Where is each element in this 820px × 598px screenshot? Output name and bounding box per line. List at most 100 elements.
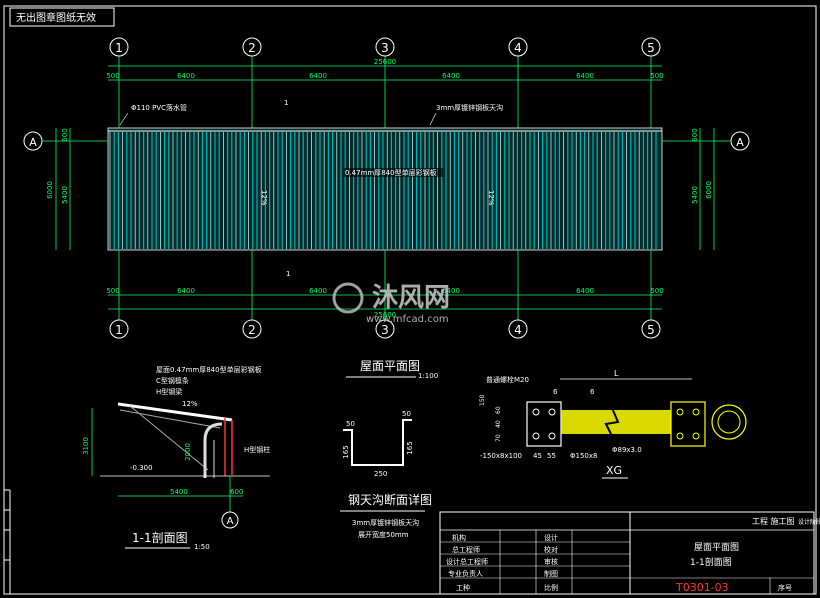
- section-note-2: C型钢檩条: [156, 376, 189, 385]
- callout-roof: 0.47mm厚840型单层彩钢板: [345, 168, 437, 177]
- xg-anchor-note: 普通螺栓M20: [486, 375, 529, 384]
- tb-row-left-0: 机构: [452, 533, 466, 542]
- gutter-detail: 50 50 165 165 250 钢天沟断面详图 3mm厚镀锌钢板天沟 展开宽…: [340, 410, 432, 539]
- dim-bay1-top: 6400: [177, 72, 195, 80]
- tb-row-left-1: 总工程师: [452, 545, 480, 554]
- gutter-note-1: 3mm厚镀锌钢板天沟: [352, 518, 419, 527]
- watermark-brand: 沐风网: [372, 283, 450, 313]
- roof-plan-outline: [107, 127, 663, 251]
- dim-bay4-bot: 6400: [576, 287, 594, 295]
- grid-mark-5: 5: [647, 41, 655, 55]
- dim-edge-left-bot: 500: [106, 287, 119, 295]
- grid-mark-3: 3: [381, 41, 389, 55]
- xg-plate: 6: [553, 388, 558, 396]
- section-width-2: 600: [230, 488, 243, 496]
- tb-row-mid-4: 比例: [544, 583, 558, 592]
- tb-row-mid-2: 审核: [544, 557, 558, 566]
- row-mark-right: A: [736, 136, 744, 149]
- watermark-url: www.mfcad.com: [366, 314, 449, 325]
- section-ground-level: -0.300: [130, 464, 153, 472]
- xg-dim-0: 150: [479, 394, 486, 406]
- roof-slope-2: 12%: [487, 190, 495, 206]
- section-scale: 1:50: [194, 543, 210, 551]
- section-height-2: 2000: [184, 443, 192, 461]
- section-cut-mark-bot: 1: [286, 270, 290, 278]
- dim-bay2-top: 6400: [309, 72, 327, 80]
- dim-edge-left: 600: [61, 128, 69, 141]
- dim-bay2-bot: 6400: [309, 287, 327, 295]
- gutter-dim-3: 250: [374, 470, 387, 478]
- section-title: 1-1剖面图: [132, 531, 188, 545]
- grid-mark-3-bot: 3: [381, 323, 389, 337]
- gutter-title: 钢天沟断面详图: [348, 492, 432, 507]
- xg-dim-1: 60: [495, 406, 502, 414]
- xg-dim-3: 70: [495, 434, 502, 442]
- section-row-mark: A: [227, 516, 234, 527]
- xg-detail: 普通螺栓M20 L 6 6 150 60 40 70 Φ89x3.0 -150x…: [479, 369, 747, 479]
- dim-edge-right: 600: [691, 128, 699, 141]
- grid-mark-2: 2: [248, 41, 256, 55]
- xg-w1: 45: [533, 452, 542, 460]
- grid-mark-4-bot: 4: [514, 323, 522, 337]
- dim-inner-right: 5400: [691, 186, 699, 204]
- stamp-text: 无出图章图纸无效: [16, 11, 96, 24]
- grid-mark-1-bot: 1: [115, 323, 123, 337]
- tb-drawing-name-2: 1-1剖面图: [690, 556, 732, 568]
- plan-title: 屋面平面图: [360, 359, 420, 373]
- xg-plate2: -150x8x100: [480, 452, 522, 460]
- xg-plate-b: 6: [590, 388, 595, 396]
- grid-mark-4: 4: [514, 41, 522, 55]
- xg-tag: XG: [606, 464, 622, 477]
- cad-drawing: 无出图章图纸无效 1 2 3 4 5 25600 500 6400 6400 6…: [3, 5, 820, 595]
- tb-header: 工程 施工图: [752, 516, 795, 526]
- tb-row-left-4: 工种: [456, 583, 470, 592]
- dim-edge-left-top: 500: [106, 72, 119, 80]
- dim-inner-left: 5400: [61, 186, 69, 204]
- callout-pvc: Φ110 PVC落水管: [131, 103, 187, 112]
- tb-row-mid-1: 校对: [544, 545, 558, 554]
- top-grid-marks: 1 2 3 4 5: [109, 37, 661, 128]
- gutter-dim-2b: 165: [406, 441, 414, 454]
- gutter-dim-1: 50: [346, 420, 355, 428]
- dim-edge-right-top: 500: [650, 72, 663, 80]
- tb-drawing-name-1: 屋面平面图: [694, 542, 739, 553]
- xg-length: L: [614, 369, 619, 378]
- dim-bay1-bot: 6400: [177, 287, 195, 295]
- xg-dim-2: 40: [495, 420, 502, 428]
- section-width-1: 5400: [170, 488, 188, 496]
- watermark: 沐风网 www.mfcad.com: [332, 282, 450, 325]
- dim-bay4-top: 6400: [576, 72, 594, 80]
- row-mark-left: A: [29, 136, 37, 149]
- gutter-dim-1b: 50: [402, 410, 411, 418]
- dim-overall-left: 6000: [46, 181, 54, 199]
- roof-slope-1: 12%: [260, 190, 268, 206]
- tb-row-mid-3: 制图: [544, 569, 558, 578]
- section-cut-mark-top: 1: [284, 99, 288, 107]
- plan-scale: 1:100: [418, 372, 438, 380]
- dim-total-top: 25600: [374, 58, 396, 66]
- xg-hole: Φ150x8: [570, 452, 597, 460]
- gutter-note-2: 展开宽度50mm: [358, 530, 409, 539]
- grid-mark-5-bot: 5: [647, 323, 655, 337]
- xg-pipe: Φ89x3.0: [612, 446, 642, 454]
- section-height: 3100: [82, 437, 90, 455]
- tb-stage: 设计阶段: [798, 518, 820, 526]
- gutter-dim-2: 165: [342, 445, 350, 458]
- dim-bay3-top: 6400: [442, 72, 460, 80]
- tb-sheet: 序号: [778, 583, 792, 592]
- tb-row-left-3: 专业负责人: [448, 569, 483, 578]
- title-block: 工程 施工图 设计阶段 机构 总工程师 设计总工程师 专业负责人 工种 设计 校…: [439, 511, 820, 595]
- tb-row-left-2: 设计总工程师: [446, 557, 488, 566]
- tb-row-mid-0: 设计: [544, 533, 558, 542]
- dim-overall-right: 6000: [705, 181, 713, 199]
- section-slope: 12%: [182, 400, 198, 408]
- left-edge-table: [4, 489, 11, 594]
- section-note-3: H型钢梁: [156, 387, 182, 396]
- dim-edge-right-bot: 500: [650, 287, 663, 295]
- callout-gutter: 3mm厚镀锌钢板天沟: [436, 103, 503, 112]
- grid-mark-2-bot: 2: [248, 323, 256, 337]
- section-note-1: 屋面0.47mm厚840型单层彩钢板: [156, 365, 262, 374]
- xg-w2: 55: [547, 452, 556, 460]
- grid-mark-1: 1: [115, 41, 123, 55]
- section-col-label: H型钢柱: [244, 445, 270, 454]
